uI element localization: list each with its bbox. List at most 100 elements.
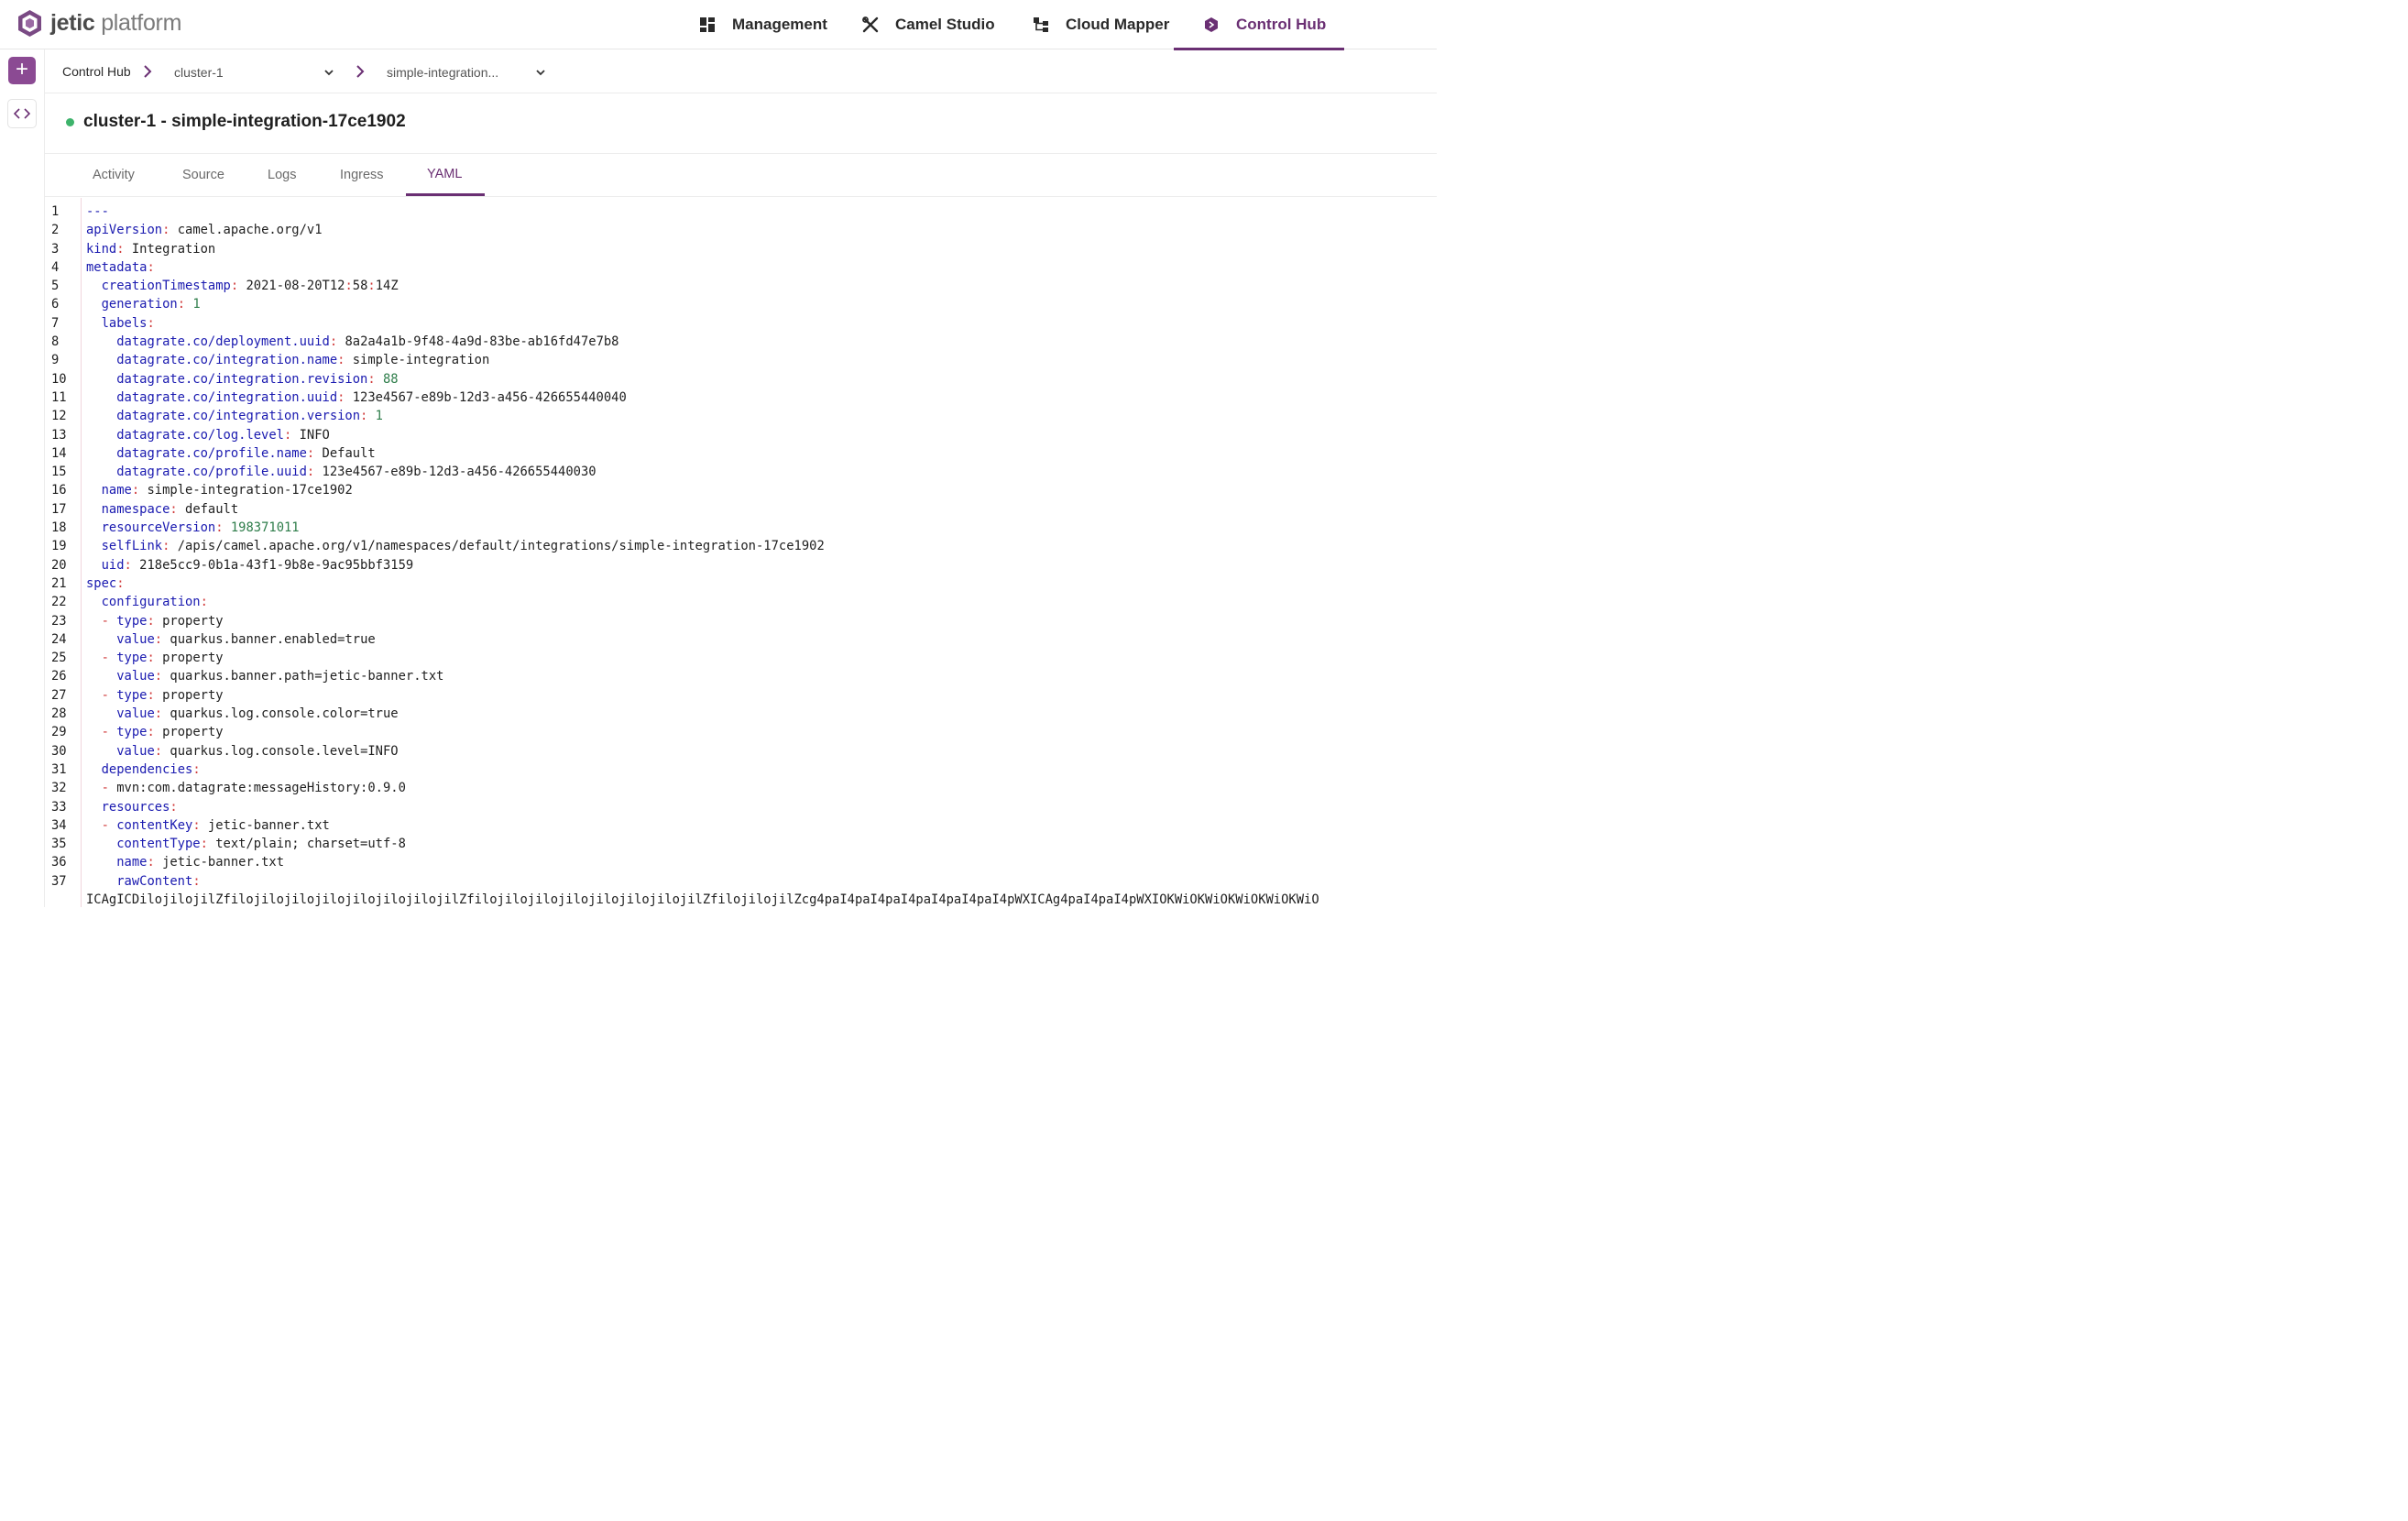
yaml-value-part: 2021-08-20T12 — [246, 279, 345, 294]
line-number: 34 — [51, 817, 67, 833]
nav-management-label: Management — [732, 16, 827, 33]
code-line: 27 - type: property — [45, 686, 1437, 705]
code-text: - type: property — [86, 723, 224, 741]
yaml-separator: : — [329, 334, 345, 350]
yaml-key: datagrate.co/integration.uuid — [116, 389, 338, 405]
code-text: dependencies: — [86, 760, 201, 779]
list-dash: - — [101, 817, 117, 833]
yaml-key: selfLink — [101, 539, 163, 554]
list-dash: - — [101, 613, 117, 629]
line-number: 15 — [51, 465, 67, 480]
nav-management[interactable]: Management — [697, 0, 827, 49]
yaml-key: contentKey — [116, 817, 193, 833]
yaml-value: default — [185, 501, 239, 517]
yaml-value: Default — [322, 445, 376, 461]
yaml-key: name — [101, 483, 132, 498]
tab-yaml[interactable]: YAML — [427, 167, 462, 181]
line-number: 12 — [51, 409, 67, 424]
yaml-key: datagrate.co/profile.name — [116, 445, 307, 461]
nav-camel-studio[interactable]: Camel Studio — [860, 0, 995, 49]
code-text: namespace: default — [86, 500, 239, 519]
yaml-value: quarkus.log.console.level=INFO — [170, 743, 399, 759]
line-number: 31 — [51, 761, 67, 777]
code-line: 9 datagrate.co/integration.name: simple-… — [45, 351, 1437, 369]
code-line: 26 value: quarkus.banner.path=jetic-bann… — [45, 667, 1437, 685]
yaml-key: spec — [86, 575, 117, 591]
yaml-key: value — [116, 669, 155, 684]
line-number: 21 — [51, 575, 67, 591]
tab-bar: Activity Source Logs Ingress YAML — [45, 154, 1437, 197]
yaml-value: quarkus.banner.enabled=true — [170, 631, 376, 647]
yaml-editor[interactable]: 1 --- 2 apiVersion: camel.apache.org/v1 3 kin… — [45, 198, 1437, 907]
code-text: apiVersion: camel.apache.org/v1 — [86, 221, 323, 239]
code-line: 36 name: jetic-banner.txt — [45, 853, 1437, 871]
brand-logo[interactable]: jetic platform — [16, 8, 181, 38]
code-line: 24 value: quarkus.banner.enabled=true — [45, 630, 1437, 649]
code-text: datagrate.co/profile.name: Default — [86, 444, 376, 463]
code-text: - type: property — [86, 686, 224, 705]
add-button[interactable]: + — [8, 57, 36, 84]
yaml-key: dependencies — [101, 761, 193, 777]
list-dash: - — [101, 725, 117, 740]
yaml-value: INFO — [299, 427, 330, 443]
yaml-key: datagrate.co/integration.revision — [116, 371, 368, 387]
cluster-select[interactable]: cluster-1 — [174, 62, 339, 82]
yaml-value-part: 58 — [352, 279, 368, 294]
tab-ingress[interactable]: Ingress — [340, 168, 384, 182]
code-line: 6 generation: 1 — [45, 295, 1437, 313]
code-text: - contentKey: jetic-banner.txt — [86, 816, 330, 835]
tab-source[interactable]: Source — [182, 168, 224, 182]
code-line: 11 datagrate.co/integration.uuid: 123e45… — [45, 388, 1437, 407]
nav-cloud-mapper[interactable]: Cloud Mapper — [1031, 0, 1169, 49]
breadcrumb: Control Hub cluster-1 simple-integration… — [45, 49, 1437, 93]
breadcrumb-root[interactable]: Control Hub — [62, 64, 131, 79]
yaml-separator: : — [200, 595, 208, 610]
code-text: configuration: — [86, 593, 208, 611]
yaml-separator: : — [154, 631, 170, 647]
integration-select-value: simple-integration... — [387, 65, 499, 80]
yaml-separator: : — [124, 557, 140, 573]
code-line: 4 metadata: — [45, 258, 1437, 277]
code-line: 35 contentType: text/plain; charset=utf-… — [45, 835, 1437, 853]
tab-logs[interactable]: Logs — [268, 168, 296, 182]
code-text: resources: — [86, 798, 178, 816]
yaml-value: 8a2a4a1b-9f48-4a9d-83be-ab16fd47e7b8 — [345, 334, 619, 350]
yaml-separator: : — [116, 241, 132, 257]
code-line: 31 dependencies: — [45, 760, 1437, 779]
yaml-separator: : — [147, 855, 163, 870]
code-text: datagrate.co/log.level: INFO — [86, 426, 330, 444]
yaml-key: datagrate.co/profile.uuid — [116, 465, 307, 480]
line-number: 16 — [51, 483, 67, 498]
yaml-value: property — [162, 613, 224, 629]
line-number: 19 — [51, 539, 67, 554]
yaml-key: value — [116, 743, 155, 759]
yaml-separator: : — [215, 520, 231, 536]
yaml-separator: : — [154, 669, 170, 684]
code-line: 3 kind: Integration — [45, 240, 1437, 258]
code-text: datagrate.co/integration.revision: 88 — [86, 370, 398, 388]
code-text: value: quarkus.log.console.color=true — [86, 705, 398, 723]
code-text: uid: 218e5cc9-0b1a-43f1-9b8e-9ac95bbf315… — [86, 556, 414, 574]
code-line: 28 value: quarkus.log.console.color=true — [45, 705, 1437, 723]
hexagon-icon — [1201, 15, 1221, 35]
yaml-key: generation — [101, 297, 178, 312]
code-area[interactable]: 1 --- 2 apiVersion: camel.apache.org/v1 3 kin… — [45, 202, 1437, 907]
code-view-button[interactable] — [7, 99, 37, 128]
line-number: 30 — [51, 743, 67, 759]
yaml-separator: : — [345, 279, 353, 294]
yaml-separator: : — [162, 223, 178, 238]
code-line: 34 - contentKey: jetic-banner.txt — [45, 816, 1437, 835]
yaml-separator: : — [147, 315, 155, 331]
yaml-separator: : — [116, 575, 125, 591]
nav-control-hub[interactable]: Control Hub — [1174, 0, 1345, 50]
yaml-value: simple-integration-17ce1902 — [147, 483, 353, 498]
tab-activity[interactable]: Activity — [93, 168, 135, 182]
nav-control-hub-label: Control Hub — [1236, 16, 1327, 33]
integration-select[interactable]: simple-integration... — [387, 62, 552, 82]
yaml-value: 123e4567-e89b-12d3-a456-426655440040 — [352, 389, 627, 405]
yaml-separator: : — [170, 501, 186, 517]
list-dash: - — [101, 651, 117, 666]
yaml-separator: : — [147, 259, 155, 275]
chevron-right-icon — [356, 65, 365, 78]
raw-content-value: ICAgICDilojilojilZfilojilojilojilojiloji… — [86, 892, 1319, 907]
